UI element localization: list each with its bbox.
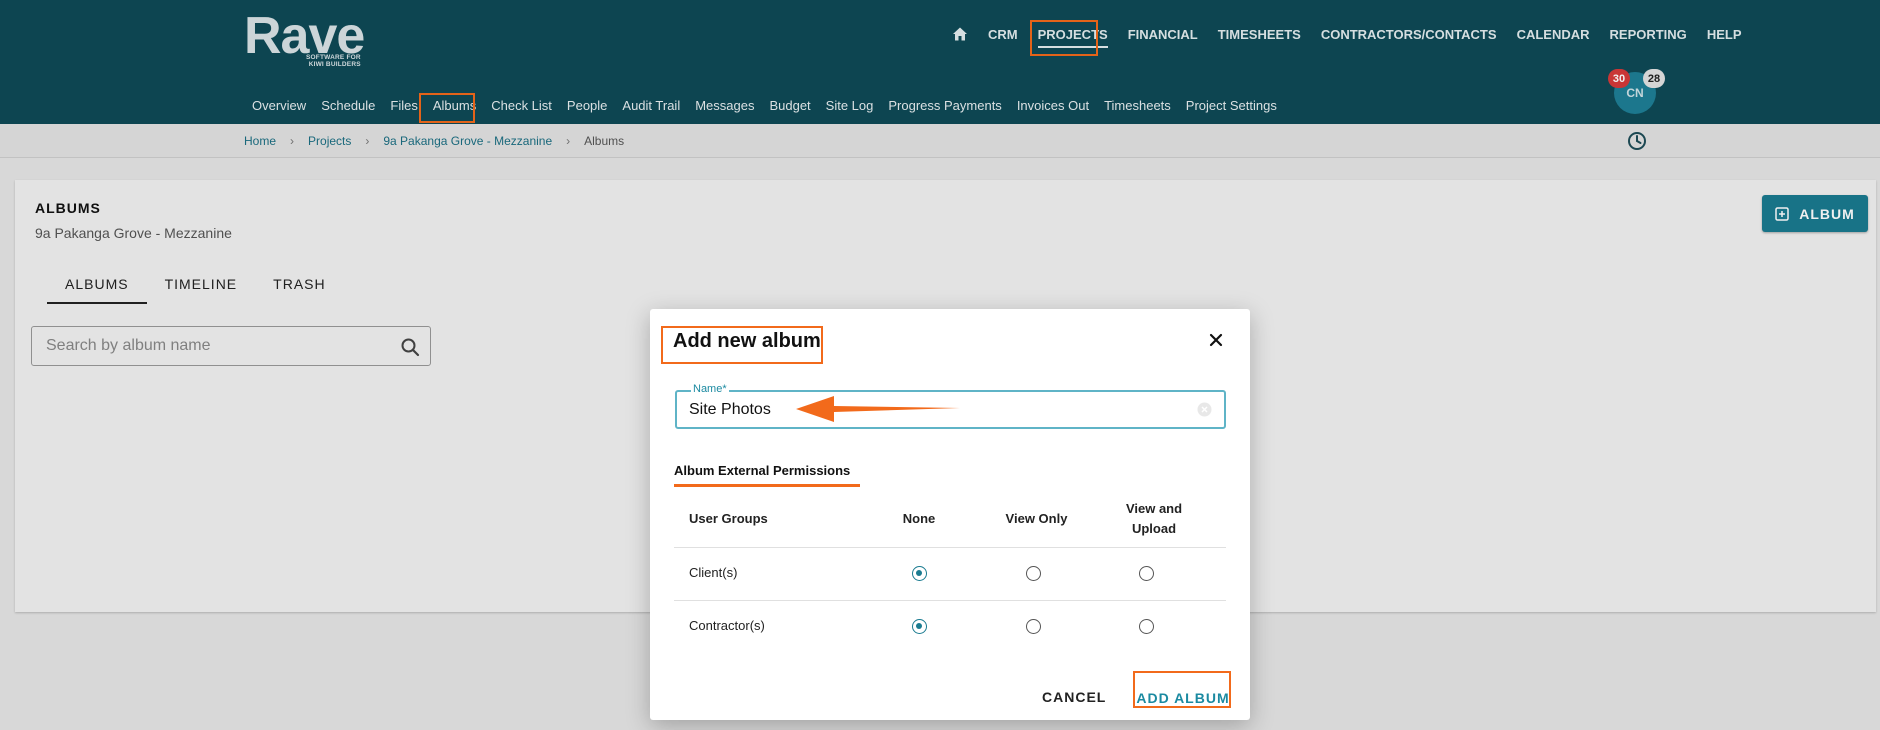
group-label: Contractor(s): [689, 618, 765, 633]
submit-highlight: [1133, 671, 1231, 708]
group-label: Client(s): [689, 565, 738, 580]
header-view-only: View Only: [1005, 511, 1068, 526]
radio-clients-view-upload[interactable]: [1139, 566, 1154, 581]
radio-contractors-none[interactable]: [912, 619, 927, 634]
radio-clients-none[interactable]: [912, 566, 927, 581]
annotation-arrow: [796, 396, 960, 422]
header-view-and-upload: View and Upload: [1125, 501, 1183, 536]
permission-row-clients: Client(s): [674, 548, 1226, 600]
title-highlight: [661, 326, 823, 364]
header-user-groups: User Groups: [689, 511, 768, 526]
add-album-dialog: Add new album Name* Album External Permi…: [650, 309, 1250, 720]
radio-clients-view-only[interactable]: [1026, 566, 1041, 581]
permissions-title: Album External Permissions: [674, 463, 851, 478]
header-none: None: [902, 511, 936, 526]
cancel-button[interactable]: CANCEL: [1042, 689, 1106, 705]
permissions-header-row: User Groups None View Only View and Uplo…: [674, 487, 1226, 547]
clear-icon[interactable]: [1197, 402, 1212, 417]
radio-contractors-view-only[interactable]: [1026, 619, 1041, 634]
album-name-label: Name*: [691, 383, 729, 395]
close-icon[interactable]: [1208, 332, 1224, 348]
permission-row-contractors: Contractor(s): [674, 601, 1226, 653]
radio-contractors-view-upload[interactable]: [1139, 619, 1154, 634]
